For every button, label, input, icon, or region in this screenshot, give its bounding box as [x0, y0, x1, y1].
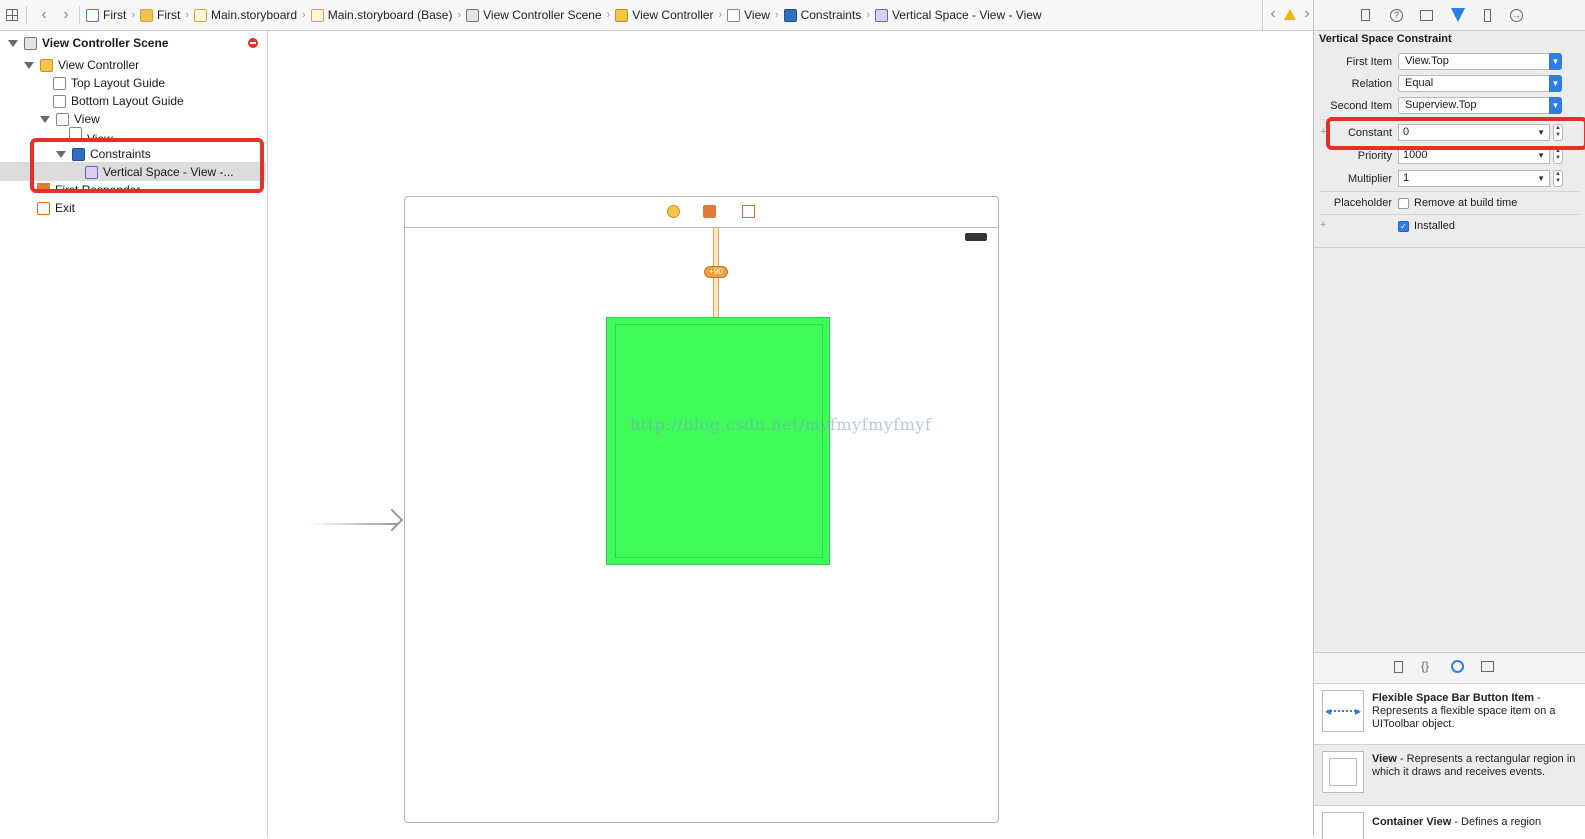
view-controller-icon — [615, 8, 629, 22]
disclosure-triangle-icon[interactable] — [8, 39, 18, 47]
view-thumbnail — [1322, 751, 1364, 793]
storyboard-file-icon — [194, 8, 207, 22]
utilities-inspector: ? → Vertical Space Constraint First Item… — [1313, 0, 1585, 839]
outline-bottom-layout-guide-row[interactable]: Bottom Layout Guide — [53, 92, 184, 110]
storyboard-file-icon — [310, 8, 324, 22]
crumb-view[interactable]: View › — [727, 8, 783, 22]
disclosure-triangle-icon[interactable] — [24, 61, 34, 69]
scene-dock — [405, 197, 998, 228]
watermark-text: http://blog.csdn.net/myfmyfmyfmyf — [630, 415, 932, 434]
attributes-inspector-icon[interactable] — [1451, 8, 1465, 22]
outline-scene-row[interactable]: View Controller Scene — [8, 34, 169, 52]
storyboard-project-icon — [86, 8, 99, 22]
installed-checkbox[interactable]: ✓ — [1398, 221, 1409, 232]
multiplier-stepper[interactable]: ▲ ▼ — [1553, 170, 1563, 187]
outline-view-controller-row[interactable]: View Controller — [24, 56, 139, 74]
multiplier-label: Multiplier — [1347, 173, 1392, 185]
crumb-storyboard[interactable]: Main.storyboard › — [194, 8, 311, 22]
crumb-project[interactable]: First › — [86, 8, 140, 22]
constraint-badge[interactable]: +90 — [704, 266, 728, 278]
scene-frame[interactable]: +90 — [404, 196, 999, 823]
relation-label: Relation — [1351, 78, 1392, 90]
installed-text: Installed — [1414, 220, 1455, 232]
highlight-box-constant — [1326, 117, 1585, 150]
relation-popup[interactable]: Equal ▼ — [1398, 75, 1562, 92]
container-view-thumbnail — [1322, 812, 1364, 839]
library-item[interactable]: ◀ ▶ Flexible Space Bar Button Item - Rep… — [1314, 683, 1585, 744]
crumb-vertical-space[interactable]: Vertical Space - View - View — [874, 8, 1042, 22]
subview-inner-guide — [615, 324, 823, 558]
second-item-label: Second Item — [1330, 100, 1392, 112]
scene-icon — [466, 8, 480, 22]
crumb-view-controller[interactable]: View Controller › — [615, 8, 727, 22]
popup-arrows-icon: ▼ — [1549, 75, 1562, 92]
arrow-head-icon — [380, 508, 404, 532]
highlight-box-outline — [30, 138, 264, 193]
dropdown-arrow-icon[interactable]: ▼ — [1537, 148, 1545, 163]
file-template-library-icon[interactable] — [1394, 661, 1403, 673]
outline-exit-row[interactable]: Exit — [37, 199, 75, 217]
view-controller-icon — [40, 58, 53, 72]
document-outline: View Controller Scene View Controller To… — [0, 31, 268, 837]
disclosure-triangle-icon[interactable] — [40, 115, 50, 123]
back-arrow-icon[interactable]: ‹ — [33, 6, 55, 24]
identity-inspector-icon[interactable] — [1420, 10, 1433, 21]
storyboard-canvas[interactable]: +90 http://blog.csdn.net/myfmyfmyfmyf — [268, 31, 1312, 837]
multiplier-field[interactable]: 1 ▼ — [1398, 170, 1550, 187]
inspector-section-title: Vertical Space Constraint — [1319, 33, 1452, 45]
outline-top-layout-guide-row[interactable]: Top Layout Guide — [53, 74, 165, 92]
popup-arrows-icon: ▼ — [1549, 53, 1562, 70]
dropdown-arrow-icon[interactable]: ▼ — [1537, 171, 1545, 186]
size-inspector-icon[interactable] — [1484, 9, 1491, 22]
library-item[interactable]: View - Represents a rectangular region i… — [1314, 744, 1585, 805]
exit-icon — [37, 201, 50, 215]
forward-arrow-icon[interactable]: › — [55, 6, 77, 24]
remove-at-build-time-text: Remove at build time — [1414, 197, 1518, 209]
flexible-space-thumbnail: ◀ ▶ — [1322, 690, 1364, 732]
remove-at-build-time-checkbox[interactable] — [1398, 198, 1409, 209]
crumb-constraints[interactable]: Constraints › — [783, 8, 875, 22]
crumb-scene[interactable]: View Controller Scene › — [466, 8, 615, 22]
exit-dock-icon[interactable] — [742, 205, 755, 218]
scene-icon — [24, 36, 37, 50]
constraints-icon — [783, 8, 797, 22]
vertical-space-icon — [874, 8, 888, 22]
library-section: {} ◀ ▶ Flexible Space Bar Button Item - … — [1314, 652, 1585, 839]
folder-icon — [140, 8, 153, 22]
second-item-popup[interactable]: Superview.Top ▼ — [1398, 97, 1562, 114]
crumb-folder[interactable]: First › — [140, 8, 194, 22]
view-icon — [727, 8, 741, 22]
error-badge-icon[interactable] — [248, 38, 258, 48]
library-item[interactable]: Container View - Defines a region — [1314, 805, 1585, 839]
object-library-icon[interactable] — [1451, 660, 1464, 673]
code-snippet-library-icon[interactable]: {} — [1421, 659, 1429, 673]
grid-icon[interactable] — [6, 9, 18, 21]
first-item-popup[interactable]: View.Top ▼ — [1398, 53, 1562, 70]
warning-icon[interactable] — [1284, 9, 1296, 20]
green-subview[interactable] — [606, 317, 830, 565]
battery-icon — [965, 233, 987, 241]
connections-inspector-icon[interactable]: → — [1510, 9, 1523, 22]
first-item-label: First Item — [1346, 56, 1392, 68]
crumb-storyboard-base[interactable]: Main.storyboard (Base) › — [310, 8, 466, 22]
view-icon — [56, 112, 69, 126]
media-library-icon[interactable] — [1481, 661, 1494, 672]
outline-view-row[interactable]: View — [40, 110, 100, 128]
file-inspector-icon[interactable] — [1361, 9, 1370, 21]
add-installed-variation-icon[interactable]: + — [1320, 219, 1326, 231]
jump-bar: ‹ › First › First › Main.storyboard › Main.… — [0, 0, 1326, 31]
inspector-tabbar — [1314, 0, 1585, 31]
view-controller-dock-icon[interactable] — [667, 205, 680, 218]
first-responder-dock-icon[interactable] — [703, 205, 716, 218]
issue-prev-icon[interactable]: ‹ — [1262, 5, 1284, 23]
layout-guide-icon — [53, 94, 66, 108]
placeholder-label: Placeholder — [1333, 197, 1392, 209]
layout-guide-icon — [53, 76, 66, 90]
popup-arrows-icon: ▼ — [1549, 97, 1562, 114]
quick-help-icon[interactable]: ? — [1390, 9, 1403, 22]
priority-label: Priority — [1357, 150, 1392, 162]
